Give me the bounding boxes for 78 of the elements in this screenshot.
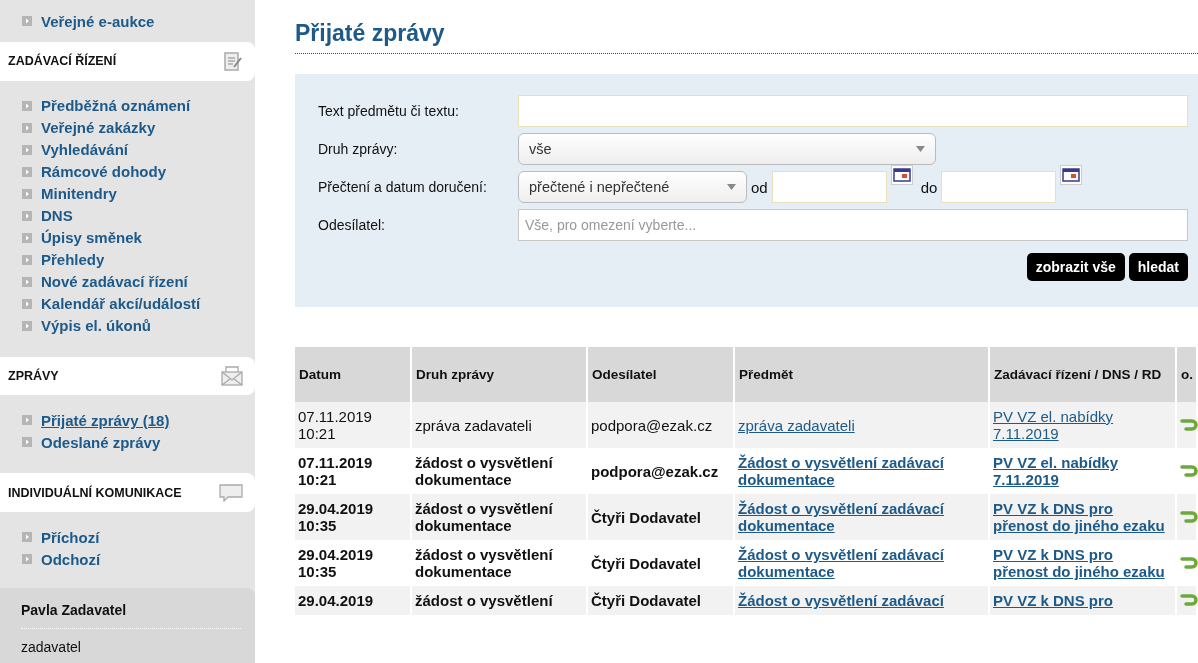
- bullet-icon: [22, 232, 32, 243]
- sender-cell: podpora@ezak.cz: [588, 402, 733, 448]
- user-role: zadavatel: [21, 638, 82, 655]
- field-label: do: [920, 178, 938, 196]
- sidebar-link[interactable]: DNS: [41, 207, 73, 225]
- sidebar-link[interactable]: Odeslané zprávy: [41, 433, 161, 451]
- filter-button[interactable]: zobrazit vše: [1026, 253, 1125, 281]
- sender-cell: Čtyři Dodavatel: [588, 586, 733, 615]
- subject-link[interactable]: Žádost o vysvětlení zadávací dokumentace: [738, 546, 985, 580]
- sender-cell: Čtyři Dodavatel: [588, 494, 733, 540]
- column-header: Druh zprávy: [412, 347, 586, 402]
- sidebar-link[interactable]: Nové zadávací řízení: [41, 273, 188, 291]
- input-field[interactable]: Vše, pro omezení vyberte...: [518, 209, 1188, 241]
- bullet-icon: [22, 320, 32, 331]
- bullet-icon: [22, 276, 32, 287]
- speech-bubble-icon: [219, 483, 243, 502]
- dropdown[interactable]: přečtené i nepřečtené: [518, 171, 747, 203]
- calendar-icon[interactable]: [890, 165, 913, 185]
- date-field[interactable]: [941, 171, 1057, 203]
- sidebar-link[interactable]: Veřejné zakázky: [41, 119, 156, 137]
- sidebar-link[interactable]: Přehledy: [41, 251, 105, 269]
- sidebar-link[interactable]: Příchozí: [41, 528, 100, 546]
- sidebar-link[interactable]: Veřejné e-aukce: [41, 12, 155, 30]
- sidebar-link[interactable]: Kalendář akcí/událostí: [41, 295, 201, 313]
- bullet-icon: [22, 532, 32, 542]
- bullet-icon: [22, 188, 32, 199]
- bullet-icon: [22, 415, 32, 426]
- field-label: Přečtení a datum doručení:: [318, 179, 488, 195]
- field-label: Druh zprávy:: [318, 141, 399, 157]
- sidebar-link[interactable]: Vyhledávání: [41, 141, 128, 159]
- bullet-icon: [22, 437, 32, 448]
- bullet-icon: [22, 298, 32, 309]
- calendar-icon[interactable]: [1060, 165, 1083, 185]
- type-cell: žádost o vysvětlení dokumentace: [412, 494, 586, 540]
- sidebar-link[interactable]: Předběžná oznámení: [41, 97, 191, 115]
- sidebar-link[interactable]: Výpis el. úkonů: [41, 317, 152, 335]
- proceeding-link[interactable]: PV VZ k DNS pro přenost do jiného ezaku: [993, 546, 1172, 580]
- user-name: Pavla Zadavatel: [21, 602, 241, 629]
- section-title: INDIVIDUÁLNÍ KOMUNIKACE: [8, 485, 182, 500]
- section-title: ZADÁVACÍ ŘÍZENÍ: [8, 54, 117, 69]
- bullet-icon: [22, 144, 32, 155]
- column-header: Datum: [295, 347, 410, 402]
- page-title: Přijaté zprávy: [295, 20, 1198, 54]
- date-cell: 29.04.2019 10:35: [295, 494, 410, 540]
- caret-icon: [727, 184, 736, 190]
- bullet-icon: [22, 122, 32, 133]
- column-header: Zadávací řízení / DNS / RD: [990, 347, 1175, 402]
- bullet-icon: [22, 166, 32, 177]
- sidebar-link[interactable]: Minitendry: [41, 185, 117, 203]
- field-label: Text předmětu či textu:: [318, 103, 460, 119]
- bullet-icon: [22, 16, 32, 26]
- section-title: ZPRÁVY: [8, 369, 59, 383]
- input-field[interactable]: [518, 95, 1188, 127]
- sidebar-link[interactable]: Úpisy směnek: [41, 229, 142, 247]
- subject-link[interactable]: Žádost o vysvětlení zadávací dokumentace: [738, 454, 985, 488]
- clipboard-icon: [223, 50, 243, 73]
- date-field[interactable]: [771, 171, 887, 203]
- sidebar-link[interactable]: Přijaté zprávy (18): [41, 411, 170, 429]
- date-cell: 29.04.2019: [295, 586, 410, 615]
- field-label: od: [751, 178, 768, 196]
- type-cell: zpráva zadavateli: [412, 402, 586, 448]
- sidebar-link[interactable]: Odchozí: [41, 550, 101, 568]
- bullet-icon: [22, 254, 32, 265]
- sidebar-link[interactable]: Rámcové dohody: [41, 163, 167, 181]
- column-header: Odesílatel: [588, 347, 733, 402]
- column-header: o.: [1177, 347, 1196, 402]
- bullet-icon: [22, 554, 32, 564]
- bullet-icon: [22, 210, 32, 221]
- proceeding-link[interactable]: PV VZ el. nabídky 7.11.2019: [993, 454, 1172, 488]
- caret-icon: [916, 146, 925, 152]
- column-header: Předmět: [735, 347, 988, 402]
- bullet-icon: [22, 100, 32, 111]
- envelope-icon: [221, 366, 243, 386]
- date-cell: 07.11.2019 10:21: [295, 402, 410, 448]
- type-cell: žádost o vysvětlení: [412, 586, 586, 615]
- filter-button[interactable]: hledat: [1128, 253, 1188, 281]
- dropdown[interactable]: vše: [518, 133, 936, 165]
- field-label: Odesílatel:: [318, 217, 386, 233]
